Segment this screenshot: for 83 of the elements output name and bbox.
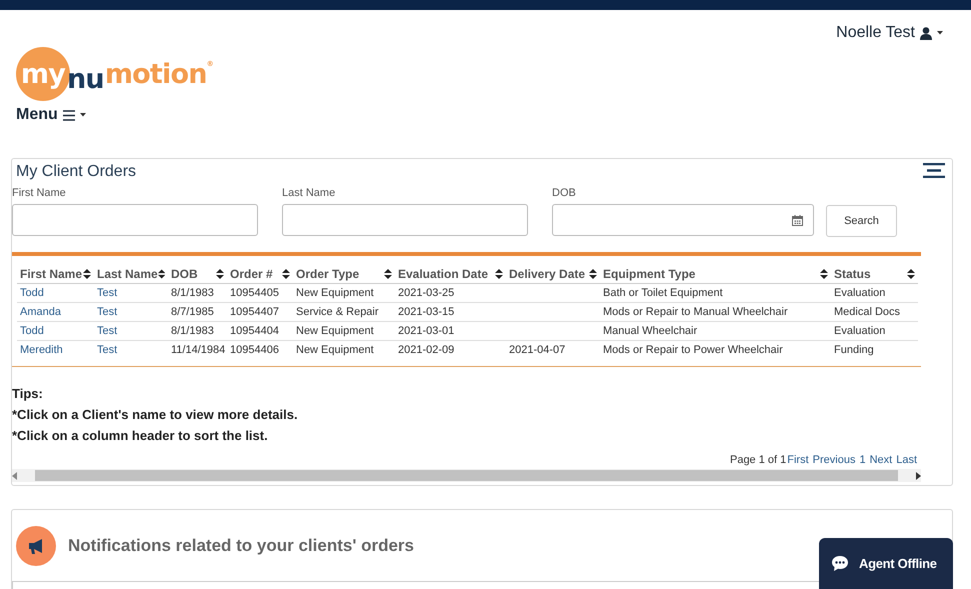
table-cell: 10954405 (230, 287, 279, 299)
table-cell: Bath or Toilet Equipment (603, 287, 723, 299)
pagination-link[interactable]: Next (870, 454, 892, 466)
table-cell: Evaluation (834, 287, 886, 299)
table-cell: 10954407 (230, 306, 279, 318)
field-label: First Name (12, 187, 67, 199)
table-cell: New Equipment (296, 287, 374, 299)
tips-heading: Tips: (12, 385, 44, 403)
scroll-right-icon[interactable] (916, 472, 921, 480)
table-cell: Manual Wheelchair (603, 325, 698, 337)
column-header[interactable]: Order # (230, 267, 273, 281)
client-name-link[interactable]: Todd (20, 325, 44, 337)
table-cell: 10954406 (230, 344, 279, 356)
user-icon (920, 26, 932, 40)
sort-icon[interactable] (589, 269, 597, 279)
table-cell: 2021-03-01 (398, 325, 454, 337)
client-name-link[interactable]: Test (97, 306, 118, 318)
table-cell: 2021-04-07 (509, 344, 566, 356)
column-header[interactable]: Status (834, 267, 871, 281)
pagination-link[interactable]: 1 (859, 454, 866, 466)
client-name-link[interactable]: Test (97, 287, 118, 299)
date-field[interactable] (552, 204, 814, 236)
client-name-link[interactable]: Amanda (20, 306, 61, 318)
table-cell: New Equipment (296, 325, 374, 337)
caret-icon (80, 113, 86, 117)
menu-button[interactable]: Menu (16, 106, 86, 124)
table-cell: 2021-03-25 (398, 287, 454, 299)
table-cell: Service & Repair (296, 306, 379, 318)
pagination-link[interactable]: Last (896, 454, 917, 466)
sort-icon[interactable] (820, 269, 828, 279)
page-summary: Page 1 of 1 (730, 454, 786, 466)
user-menu-button[interactable]: Noelle Test (836, 24, 943, 42)
table-cell: 8/1/1983 (171, 287, 214, 299)
megaphone-icon (16, 526, 56, 566)
calendar-icon[interactable] (792, 214, 803, 226)
section-title: Notifications related to your clients' orders (68, 536, 414, 556)
table-cell: Medical Docs (834, 306, 900, 318)
tip-text: *Click on a column header to sort the list. (12, 427, 269, 445)
table-cell: 2021-02-09 (398, 344, 454, 356)
sort-icon[interactable] (83, 269, 91, 279)
sort-icon[interactable] (907, 269, 915, 279)
column-header[interactable]: DOB (171, 267, 198, 281)
input-field[interactable] (12, 204, 258, 236)
table-cell: New Equipment (296, 344, 374, 356)
list-icon[interactable] (923, 163, 945, 178)
table-cell: Evaluation (834, 325, 886, 337)
sort-icon[interactable] (282, 269, 290, 279)
sort-icon[interactable] (158, 269, 165, 279)
menu-icon (62, 110, 75, 120)
chat-button[interactable]: Agent Offline (819, 538, 953, 589)
client-name-link[interactable]: Meredith (20, 344, 63, 356)
column-header[interactable]: Evaluation Date (398, 267, 488, 281)
tip-text: *Click on a Client's name to view more details. (12, 406, 299, 424)
sort-icon[interactable] (216, 269, 224, 279)
scroll-left-icon[interactable] (12, 472, 17, 480)
client-name-link[interactable]: Test (97, 344, 118, 356)
sort-icon[interactable] (384, 269, 392, 279)
table-cell: 2021-03-15 (398, 306, 454, 318)
column-header[interactable]: Delivery Date (509, 267, 586, 281)
field-label: DOB (552, 187, 577, 199)
table-cell: Mods or Repair to Power Wheelchair (603, 344, 783, 356)
column-header[interactable]: First Name (20, 267, 82, 281)
search-button[interactable]: Search (826, 205, 897, 237)
table-cell: Mods or Repair to Manual Wheelchair (603, 306, 788, 318)
input-field[interactable] (282, 204, 528, 236)
column-header[interactable]: Equipment Type (603, 267, 696, 281)
sort-icon[interactable] (495, 269, 503, 279)
caret-icon (937, 31, 943, 35)
table-cell: 11/14/1984 (171, 344, 226, 356)
table-cell: 8/1/1983 (171, 325, 214, 337)
table-cell: 10954404 (230, 325, 279, 337)
table-cell: 8/7/1985 (171, 306, 214, 318)
column-header[interactable]: Last Name (97, 267, 158, 281)
pagination-link[interactable]: Previous (812, 454, 856, 466)
horizontal-scrollbar[interactable] (12, 469, 921, 482)
client-name-link[interactable]: Todd (20, 287, 44, 299)
column-header[interactable]: Order Type (296, 267, 360, 281)
client-name-link[interactable]: Test (97, 325, 118, 337)
field-label: Last Name (282, 187, 336, 199)
panel-title: My Client Orders (16, 163, 136, 181)
pagination-link[interactable]: First (787, 454, 809, 466)
table-cell: Funding (834, 344, 874, 356)
chat-icon (831, 555, 849, 572)
